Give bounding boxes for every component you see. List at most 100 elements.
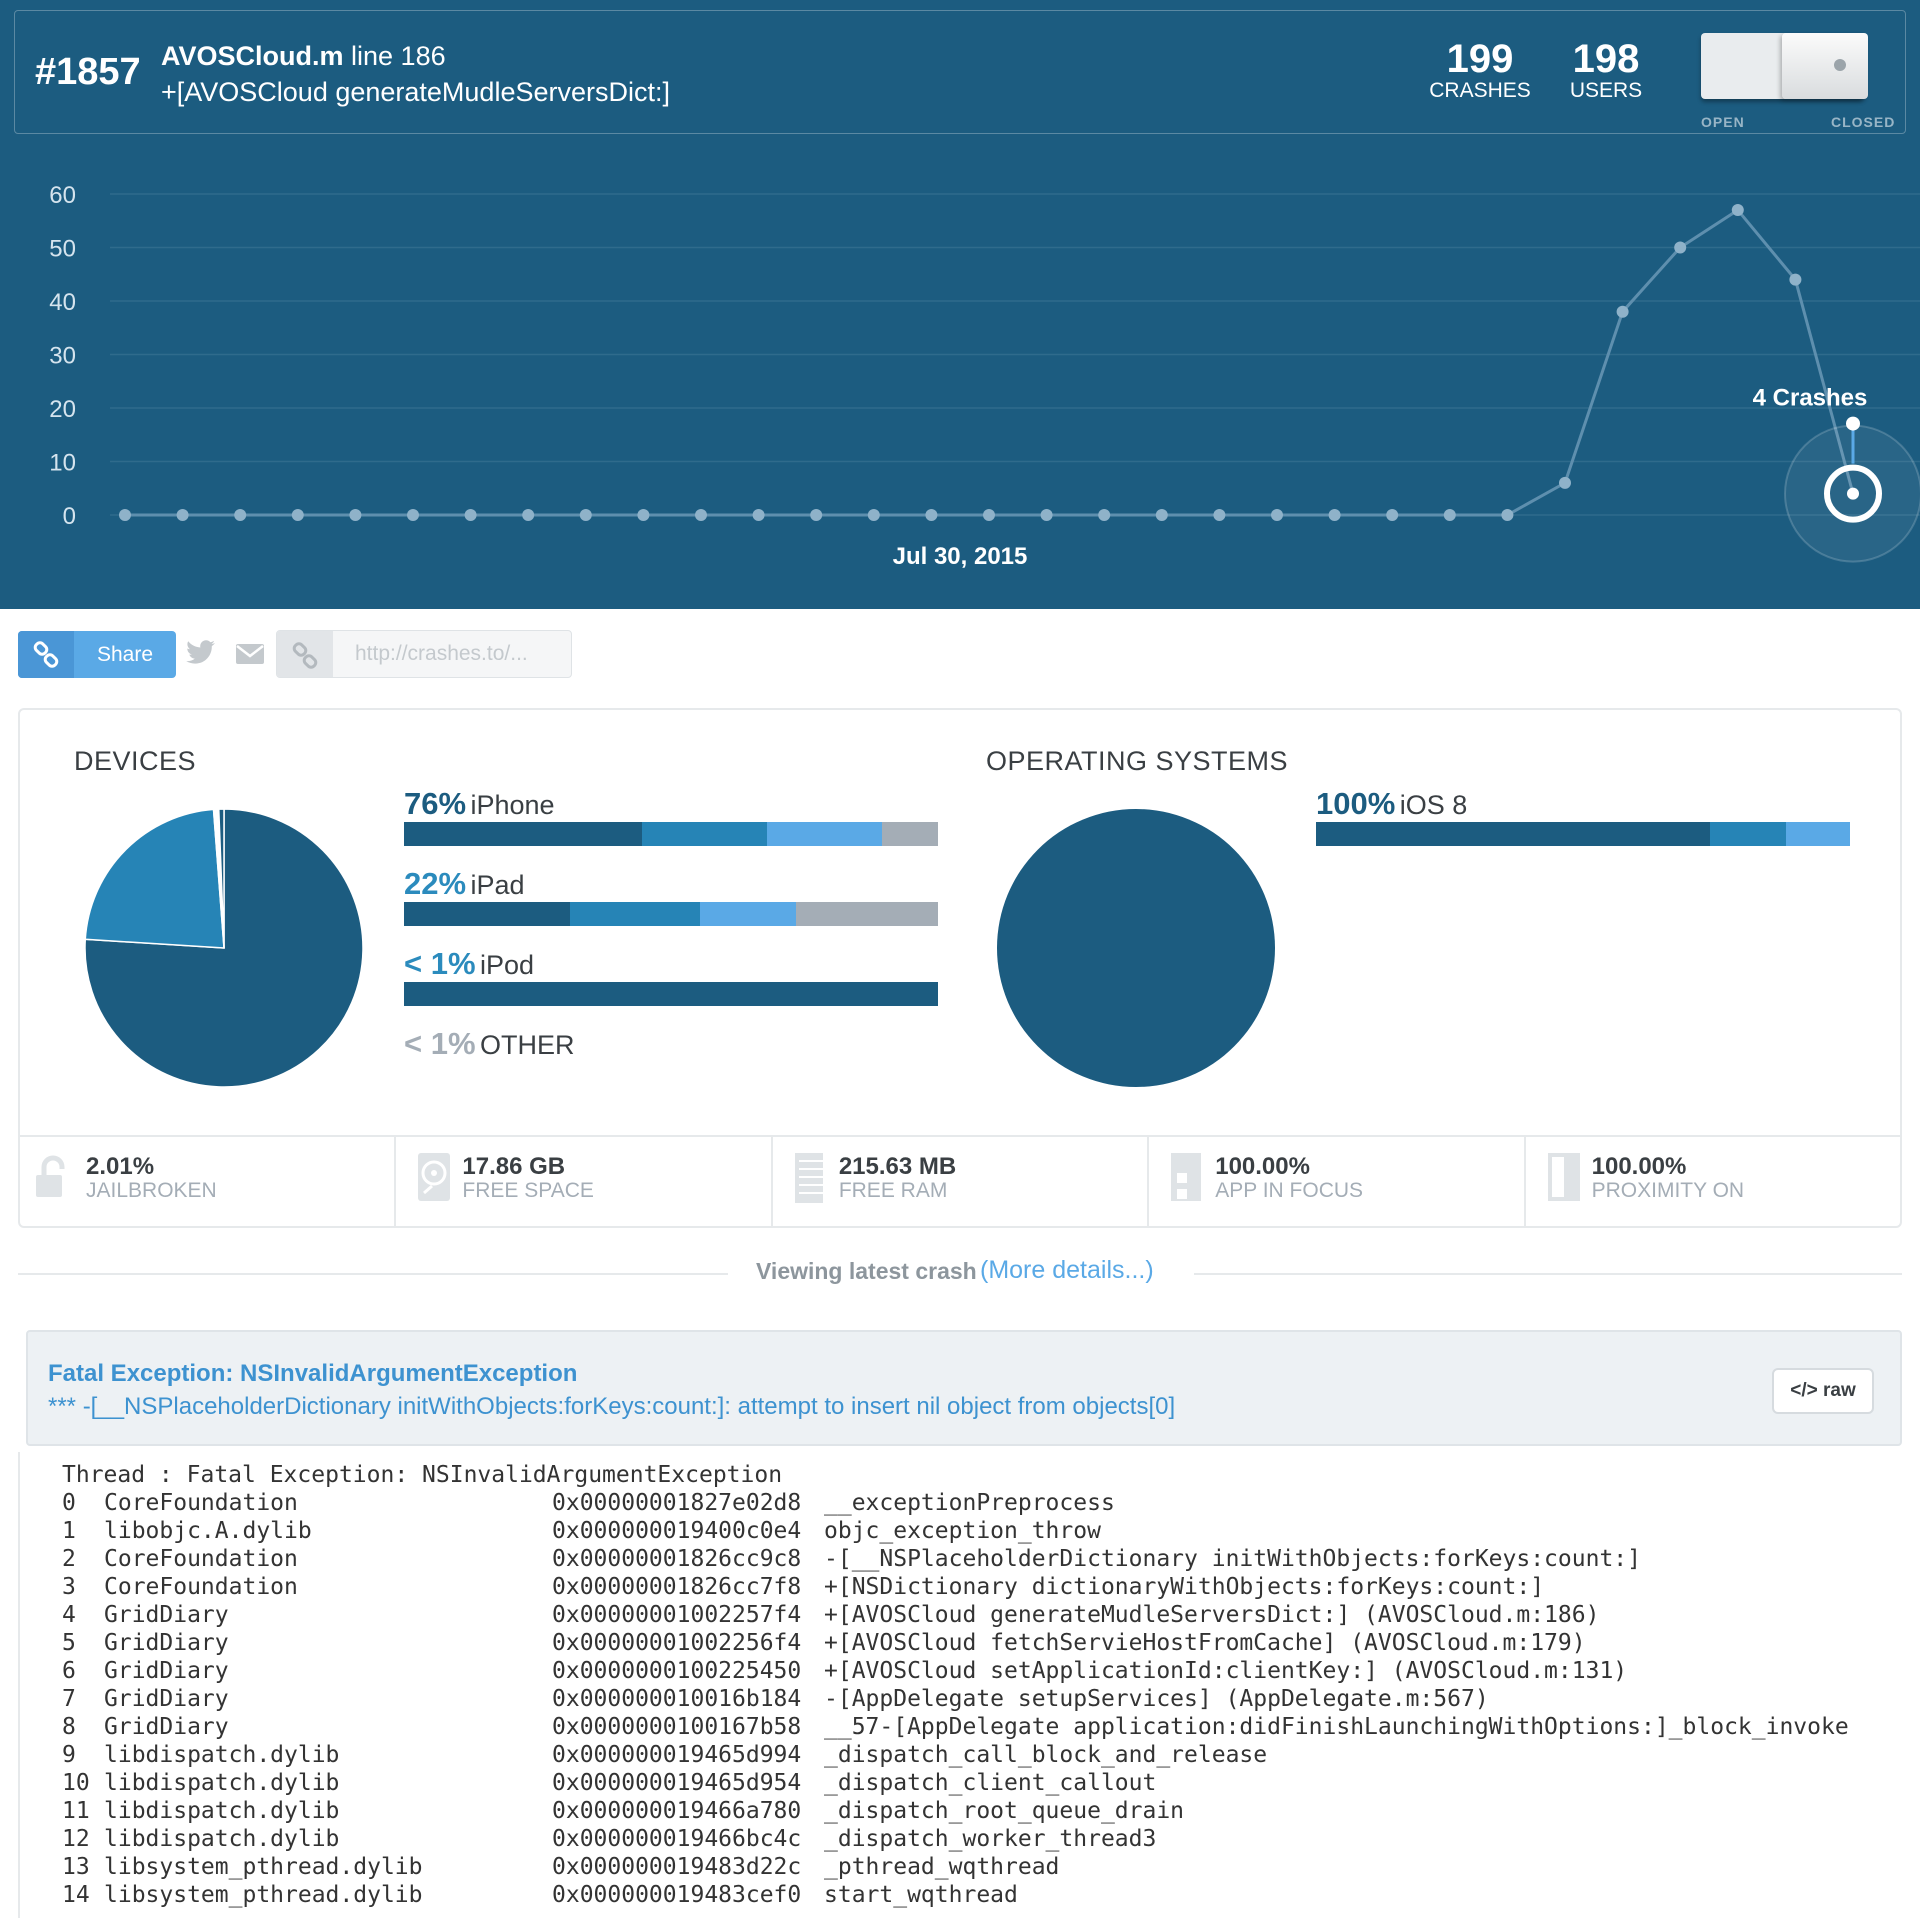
pie-slice: [84, 808, 225, 949]
code-icon: </>: [1790, 1380, 1818, 1401]
link-icon: [33, 641, 59, 668]
frame-address: 0x000000019400c0e4: [552, 1518, 802, 1544]
bar-label: < 1% OTHER: [404, 1026, 574, 1062]
frame-symbol: _dispatch_client_callout: [824, 1770, 1157, 1796]
more-details-link[interactable]: (More details...): [980, 1256, 1154, 1285]
data-point: [349, 509, 362, 521]
data-point: [1443, 509, 1456, 521]
os-pie-chart: [997, 809, 1275, 1087]
data-point: [1731, 204, 1744, 217]
toggle-knob[interactable]: [1782, 33, 1868, 99]
frame-symbol: -[AppDelegate setupServices] (AppDelegat…: [824, 1686, 1489, 1712]
data-point: [925, 509, 938, 521]
data-point: [1271, 509, 1283, 521]
free-space-value: 17.86 GB: [462, 1153, 566, 1180]
bar-track: [404, 982, 938, 1006]
app-focus-icon: [1171, 1153, 1202, 1201]
share-button[interactable]: Share: [18, 631, 176, 678]
frame-symbol: _dispatch_worker_thread3: [824, 1826, 1157, 1852]
bar-segment: [767, 822, 882, 846]
bar-segment: [1710, 822, 1786, 846]
frame-index: 9: [62, 1742, 76, 1768]
y-tick-label: 20: [49, 396, 76, 423]
viewing-latest-label: Viewing latest crash: [756, 1258, 977, 1284]
data-point: [1559, 476, 1571, 489]
frame-index: 3: [62, 1574, 76, 1600]
data-point: [407, 509, 419, 521]
share-url-placeholder: http://crashes.to/...: [355, 642, 528, 665]
y-tick-label: 30: [49, 343, 76, 370]
frame-index: 4: [62, 1602, 76, 1628]
frame-library: libdispatch.dylib: [104, 1770, 340, 1796]
jailbroken-stat: 2.01% JAILBROKEN: [20, 1137, 397, 1226]
frame-symbol: _dispatch_call_block_and_release: [824, 1742, 1268, 1768]
frame-address: 0x00000001002256f4: [552, 1630, 802, 1656]
frame-address: 0x000000019483d22c: [552, 1854, 802, 1880]
url-link-icon-box: [277, 631, 333, 677]
jailbroken-value: 2.01%: [86, 1153, 155, 1180]
frame-index: 0: [62, 1490, 76, 1516]
frame-library: CoreFoundation: [104, 1490, 298, 1516]
frame-library: libdispatch.dylib: [104, 1742, 340, 1768]
data-point: [579, 509, 592, 521]
frame-symbol: +[AVOSCloud generateMudleServersDict:] (…: [824, 1602, 1600, 1628]
frame-index: 8: [62, 1714, 76, 1740]
free-ram-value: 215.63 MB: [838, 1153, 957, 1180]
proximity-value: 100.00%: [1591, 1153, 1687, 1180]
data-point: [1040, 509, 1053, 521]
frame-library: GridDiary: [104, 1714, 229, 1740]
data-point: [752, 509, 765, 521]
data-point: [810, 509, 823, 521]
os-title: OPERATING SYSTEMS: [986, 746, 1289, 776]
frame-address: 0x000000019465d994: [552, 1742, 802, 1768]
ram-icon: [794, 1153, 823, 1203]
bar-segment: [700, 902, 797, 926]
frame-library: libdispatch.dylib: [104, 1826, 340, 1852]
app-in-focus-value: 100.00%: [1215, 1153, 1310, 1180]
bar-segment: [569, 902, 701, 926]
bar-percentage: 22%: [404, 866, 467, 901]
data-point: [176, 509, 189, 521]
app-in-focus-stat: 100.00% APP IN FOCUS: [1149, 1137, 1526, 1226]
data-point: [1098, 509, 1111, 521]
issue-hero: #1857 AVOSCloud.m line 186 +[AVOSCloud g…: [0, 0, 1920, 609]
highlight-point: [1847, 487, 1859, 500]
frame-address: 0x00000001826cc7f8: [552, 1574, 802, 1600]
frame-library: GridDiary: [104, 1602, 229, 1628]
frame-address: 0x000000019465d954: [552, 1770, 802, 1796]
users-count: 198: [1572, 37, 1640, 81]
mail-icon[interactable]: [235, 643, 265, 665]
twitter-icon[interactable]: [186, 640, 216, 666]
frame-index: 11: [62, 1798, 90, 1824]
y-tick-label: 10: [49, 450, 76, 477]
data-point: [1789, 273, 1802, 286]
frame-index: 6: [62, 1658, 76, 1684]
raw-button[interactable]: </> raw: [1772, 1368, 1874, 1414]
bar-segment: [641, 822, 768, 846]
bar-segment: [881, 822, 938, 846]
data-point: [1213, 509, 1226, 521]
share-url-field[interactable]: http://crashes.to/...: [276, 630, 572, 678]
proximity-stat: 100.00% PROXIMITY ON: [1526, 1137, 1900, 1226]
frame-symbol: start_wqthread: [824, 1882, 1018, 1908]
open-closed-toggle[interactable]: OPEN CLOSED: [1685, 21, 1895, 131]
frame-index: 2: [62, 1546, 76, 1572]
share-link-icon-box: [18, 631, 74, 678]
data-point: [522, 509, 535, 521]
bar-label: 76% iPhone: [404, 786, 555, 822]
bar-name: OTHER: [479, 1030, 575, 1060]
free-ram-label: FREE RAM: [838, 1179, 948, 1202]
bar-track: [404, 822, 938, 846]
stacktrace-header: Thread : Fatal Exception: NSInvalidArgum…: [62, 1462, 783, 1488]
x-axis-label: Jul 30, 2015: [893, 543, 1028, 570]
jailbroken-label: JAILBROKEN: [86, 1179, 217, 1202]
toggle-closed-label: CLOSED: [1831, 114, 1896, 130]
bar-name: iPad: [470, 870, 525, 900]
pie-slice: [997, 809, 1275, 1087]
frame-symbol: +[NSDictionary dictionaryWithObjects:for…: [824, 1574, 1545, 1600]
frame-library: CoreFoundation: [104, 1546, 298, 1572]
toggle-grip-icon: [1834, 59, 1846, 71]
issue-location: AVOSCloud.m line 186: [161, 41, 446, 72]
frame-index: 14: [62, 1882, 90, 1908]
bar-percentage: < 1%: [404, 1026, 476, 1061]
